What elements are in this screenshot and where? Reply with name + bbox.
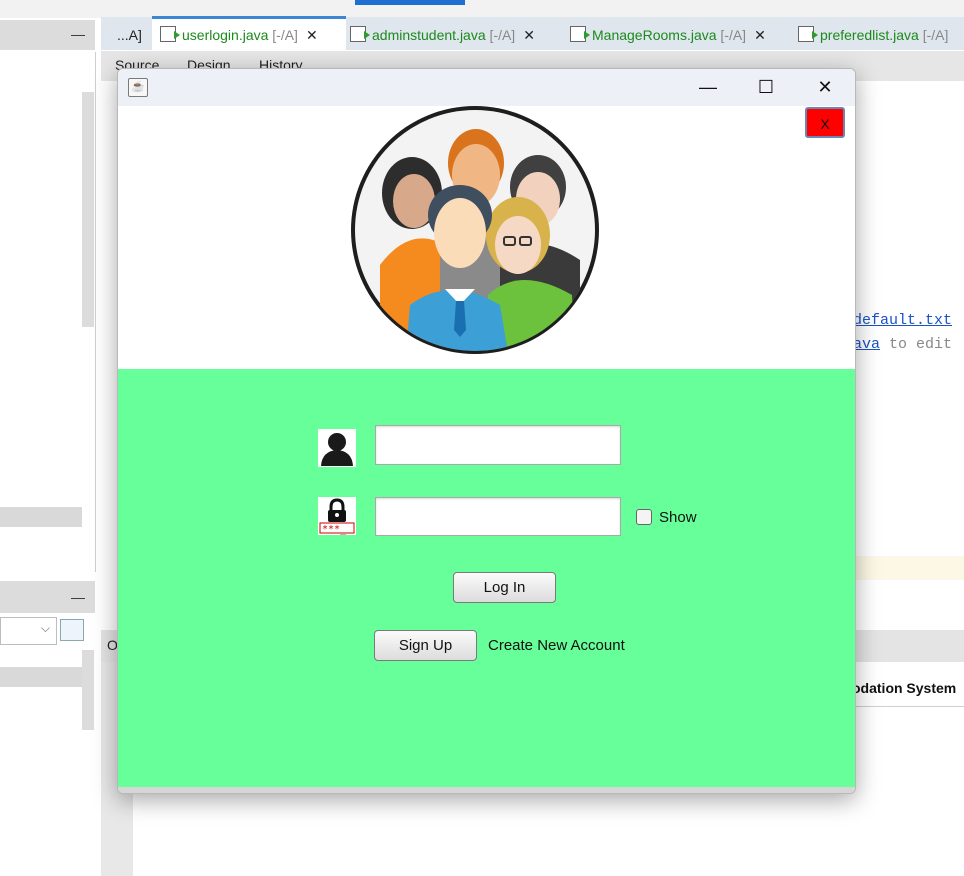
java-file-icon	[350, 26, 370, 42]
navigator-scrollbar[interactable]	[82, 650, 94, 730]
navigator-options-icon[interactable]	[60, 619, 84, 641]
ide-highlight	[355, 0, 465, 5]
create-account-label: Create New Account	[488, 637, 625, 654]
maximize-icon: ☐	[757, 77, 775, 97]
minimize-icon: —	[699, 77, 717, 97]
password-input[interactable]	[375, 497, 621, 536]
login-button[interactable]: Log In	[453, 572, 556, 603]
projects-panel-header: —	[0, 20, 95, 50]
java-file-icon	[160, 26, 180, 42]
show-password-checkbox[interactable]	[636, 509, 652, 525]
close-window-button[interactable]: ✕	[802, 69, 848, 106]
minimize-button[interactable]: —	[685, 69, 731, 106]
java-file-icon	[798, 26, 818, 42]
code-editor[interactable]	[855, 81, 964, 626]
tab-label: userlogin.java	[182, 27, 269, 43]
maximize-button[interactable]: ☐	[743, 69, 789, 106]
projects-selected-row[interactable]	[0, 507, 82, 527]
editor-tab-overflow[interactable]: ...A]	[117, 19, 142, 51]
tab-label: ...A]	[117, 27, 142, 43]
navigator-panel-header: —	[0, 581, 95, 613]
window-bottom-edge	[118, 787, 855, 793]
show-label: Show	[659, 509, 697, 526]
chevron-down-icon: ⌵	[40, 621, 50, 635]
tab-preferedlist[interactable]: preferedlist.java [-/A]	[798, 19, 948, 51]
navigator-selected-row[interactable]	[0, 667, 82, 687]
close-icon[interactable]: ✕	[306, 27, 318, 43]
signup-button[interactable]: Sign Up	[374, 630, 477, 661]
tab-label: preferedlist.java	[820, 27, 919, 43]
close-icon: ✕	[817, 77, 833, 97]
close-icon[interactable]: ✕	[754, 27, 766, 43]
code-link[interactable]: default.txt	[853, 312, 952, 329]
tab-suffix: [-/A]	[489, 27, 516, 43]
code-line: ava to edit	[853, 336, 952, 353]
code-link[interactable]: ava	[853, 336, 880, 353]
login-window: ☕ — ☐ ✕ X ***_ Show Log In Sign Up Creat…	[117, 68, 856, 794]
user-silhouette-icon	[318, 429, 356, 467]
tab-suffix: [-/A]	[922, 27, 949, 43]
exit-button[interactable]: X	[805, 107, 845, 138]
panel-minimize-icon[interactable]: —	[71, 589, 85, 605]
java-file-icon	[570, 26, 590, 42]
window-title-bar[interactable]: ☕ — ☐ ✕	[118, 69, 855, 106]
tab-suffix: [-/A]	[272, 27, 298, 43]
tab-label: adminstudent.java	[372, 27, 486, 43]
close-icon[interactable]: ✕	[523, 27, 535, 43]
lock-password-icon: ***_	[318, 497, 356, 535]
svg-text:***_: ***_	[322, 524, 347, 535]
username-input[interactable]	[375, 425, 621, 465]
java-icon: ☕	[128, 78, 148, 97]
panel-minimize-icon[interactable]: —	[71, 26, 85, 42]
navigator-combo[interactable]: ⌵	[0, 617, 57, 645]
code-line: default.txt	[853, 312, 952, 329]
current-line-highlight	[855, 556, 964, 580]
tab-suffix: [-/A]	[720, 27, 747, 43]
ide-top-bar	[0, 0, 964, 18]
code-text: to edit	[880, 336, 953, 353]
group-of-users-icon	[350, 105, 600, 355]
tab-userlogin[interactable]: userlogin.java [-/A] ✕	[152, 16, 346, 51]
output-divider	[855, 706, 964, 707]
output-text: odation System	[852, 680, 957, 696]
tab-label: ManageRooms.java	[592, 27, 717, 43]
projects-scrollbar[interactable]	[82, 92, 94, 327]
tab-adminstudent[interactable]: adminstudent.java [-/A] ✕	[350, 19, 535, 51]
tab-managerooms[interactable]: ManageRooms.java [-/A] ✕	[570, 19, 766, 51]
